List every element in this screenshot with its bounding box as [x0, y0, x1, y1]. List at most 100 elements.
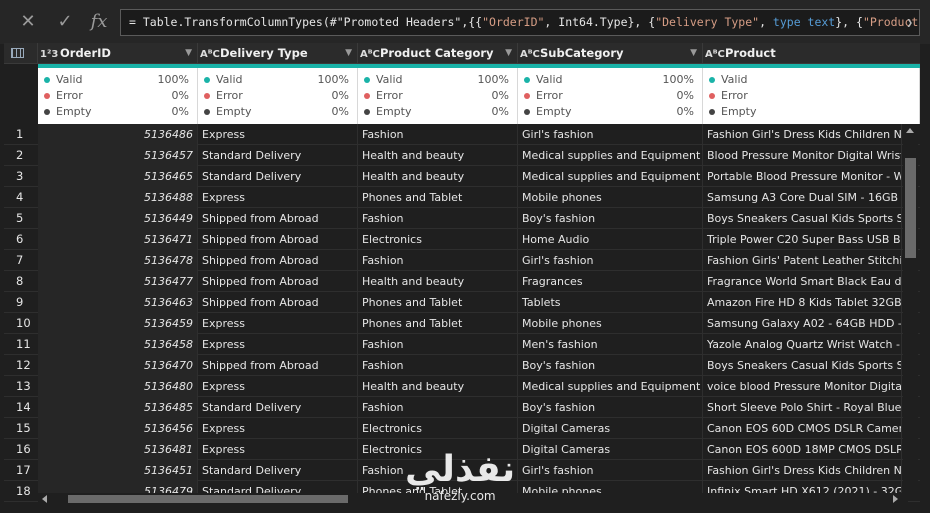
table-cell[interactable]: Health and beauty	[358, 166, 518, 187]
text-type-icon[interactable]: AᴮC	[200, 45, 220, 63]
table-row[interactable]: 7 5136478 Shipped from Abroad Fashion Girl's…	[4, 250, 920, 271]
table-cell[interactable]: Phones and Tablet	[358, 313, 518, 334]
text-type-icon[interactable]: AᴮC	[360, 45, 380, 63]
table-cell[interactable]: Boys Sneakers Casual Kids Sports Shoes-	[703, 208, 902, 229]
table-cell[interactable]: Shipped from Abroad	[198, 250, 358, 271]
table-cell[interactable]: Medical supplies and Equipment	[518, 145, 703, 166]
table-cell[interactable]: 5136459	[38, 313, 198, 334]
table-cell[interactable]: Fashion	[358, 355, 518, 376]
table-cell[interactable]: Standard Delivery	[198, 145, 358, 166]
scroll-left-icon[interactable]	[42, 495, 47, 503]
scroll-right-icon[interactable]	[893, 495, 898, 503]
table-cell[interactable]: Shipped from Abroad	[198, 229, 358, 250]
table-cell[interactable]: Fashion	[358, 334, 518, 355]
table-row[interactable]: 4 5136488 Express Phones and Tablet Mobile p…	[4, 187, 920, 208]
table-cell[interactable]: Shipped from Abroad	[198, 271, 358, 292]
table-cell[interactable]: Medical supplies and Equipment	[518, 376, 703, 397]
table-cell[interactable]: Express	[198, 334, 358, 355]
table-cell[interactable]: 5136488	[38, 187, 198, 208]
row-number[interactable]: 5	[4, 208, 38, 229]
row-number[interactable]: 10	[4, 313, 38, 334]
table-cell[interactable]: 5136470	[38, 355, 198, 376]
vertical-scrollbar[interactable]	[903, 124, 918, 496]
table-cell[interactable]: Girl's fashion	[518, 250, 703, 271]
table-cell[interactable]: 5136463	[38, 292, 198, 313]
table-cell[interactable]: Fashion Girl's Dress Kids Children Newbo	[703, 124, 902, 145]
scroll-up-icon[interactable]	[906, 128, 914, 133]
table-cell[interactable]: Express	[198, 418, 358, 439]
table-cell[interactable]: Canon EOS 60D CMOS DSLR Camera Bun	[703, 418, 902, 439]
row-number[interactable]: 14	[4, 397, 38, 418]
scrollbar-thumb[interactable]	[68, 495, 348, 503]
x-icon[interactable]: ✕	[15, 9, 41, 35]
chevron-down-icon[interactable]: ❯	[906, 10, 913, 35]
table-cell[interactable]: Portable Blood Pressure Monitor - White	[703, 166, 902, 187]
table-cell[interactable]: Fashion	[358, 460, 518, 481]
table-cell[interactable]: 5136477	[38, 271, 198, 292]
chevron-down-icon[interactable]: ▼	[690, 43, 697, 63]
table-cell[interactable]: Boy's fashion	[518, 355, 703, 376]
table-row[interactable]: 17 5136451 Standard Delivery Fashion Girl's …	[4, 460, 920, 481]
table-cell[interactable]: Express	[198, 187, 358, 208]
row-number[interactable]: 9	[4, 292, 38, 313]
table-cell[interactable]: Standard Delivery	[198, 397, 358, 418]
check-icon[interactable]: ✓	[52, 9, 78, 35]
column-header-product-category[interactable]: AᴮCProduct Category ▼	[358, 43, 518, 63]
table-cell[interactable]: Fashion Girl's Dress Kids Children Newbo	[703, 460, 902, 481]
table-row[interactable]: 5 5136449 Shipped from Abroad Fashion Boy's …	[4, 208, 920, 229]
table-cell[interactable]: 5136465	[38, 166, 198, 187]
table-cell[interactable]: Home Audio	[518, 229, 703, 250]
table-cell[interactable]: Fashion	[358, 124, 518, 145]
table-cell[interactable]: Girl's fashion	[518, 460, 703, 481]
table-cell[interactable]: Standard Delivery	[198, 460, 358, 481]
table-cell[interactable]: 5136451	[38, 460, 198, 481]
table-cell[interactable]: Electronics	[358, 229, 518, 250]
table-cell[interactable]: Digital Cameras	[518, 418, 703, 439]
formula-input[interactable]: = Table.TransformColumnTypes(#"Promoted …	[120, 9, 920, 36]
row-number[interactable]: 13	[4, 376, 38, 397]
table-cell[interactable]: Triple Power C20 Super Bass USB Blueto	[703, 229, 902, 250]
table-cell[interactable]: Shipped from Abroad	[198, 292, 358, 313]
table-row[interactable]: 15 5136456 Express Electronics Digital Camer…	[4, 418, 920, 439]
table-cell[interactable]: Amazon Fire HD 8 Kids Tablet 32GB HDD	[703, 292, 902, 313]
table-cell[interactable]: Phones and Tablet	[358, 187, 518, 208]
text-type-icon[interactable]: AᴮC	[705, 45, 725, 63]
horizontal-scrollbar[interactable]	[38, 493, 908, 503]
table-cell[interactable]: Shipped from Abroad	[198, 208, 358, 229]
table-row[interactable]: 8 5136477 Shipped from Abroad Health and be…	[4, 271, 920, 292]
table-cell[interactable]: Express	[198, 376, 358, 397]
table-cell[interactable]: 5136478	[38, 250, 198, 271]
table-cell[interactable]: Boy's fashion	[518, 397, 703, 418]
table-cell[interactable]: Electronics	[358, 439, 518, 460]
table-cell[interactable]: Fashion	[358, 250, 518, 271]
table-cell[interactable]: Men's fashion	[518, 334, 703, 355]
table-cell[interactable]: 5136480	[38, 376, 198, 397]
table-menu-button[interactable]	[4, 43, 38, 63]
table-cell[interactable]: Mobile phones	[518, 313, 703, 334]
table-row[interactable]: 10 5136459 Express Phones and Tablet Mobile …	[4, 313, 920, 334]
table-row[interactable]: 6 5136471 Shipped from Abroad Electronics Ho…	[4, 229, 920, 250]
table-cell[interactable]: Fashion	[358, 397, 518, 418]
table-cell[interactable]: Girl's fashion	[518, 124, 703, 145]
table-cell[interactable]: Express	[198, 124, 358, 145]
table-cell[interactable]: Yazole Analog Quartz Wrist Watch - Blac	[703, 334, 902, 355]
table-row[interactable]: 16 5136481 Express Electronics Digital Camer…	[4, 439, 920, 460]
table-cell[interactable]: Express	[198, 439, 358, 460]
row-number[interactable]: 16	[4, 439, 38, 460]
table-cell[interactable]: Boy's fashion	[518, 208, 703, 229]
table-cell[interactable]: Tablets	[518, 292, 703, 313]
table-cell[interactable]: Samsung Galaxy A02 - 64GB HDD - 3GB R	[703, 313, 902, 334]
table-cell[interactable]: Blood Pressure Monitor Digital Wrist BP	[703, 145, 902, 166]
row-number[interactable]: 6	[4, 229, 38, 250]
table-row[interactable]: 9 5136463 Shipped from Abroad Phones and Ta…	[4, 292, 920, 313]
table-cell[interactable]: 5136486	[38, 124, 198, 145]
table-cell[interactable]: Health and beauty	[358, 271, 518, 292]
table-cell[interactable]: 5136485	[38, 397, 198, 418]
table-row[interactable]: 14 5136485 Standard Delivery Fashion Boy's f…	[4, 397, 920, 418]
row-number[interactable]: 3	[4, 166, 38, 187]
row-number[interactable]: 2	[4, 145, 38, 166]
row-number[interactable]: 17	[4, 460, 38, 481]
row-number[interactable]: 12	[4, 355, 38, 376]
table-cell[interactable]: Fragrances	[518, 271, 703, 292]
row-number[interactable]: 7	[4, 250, 38, 271]
